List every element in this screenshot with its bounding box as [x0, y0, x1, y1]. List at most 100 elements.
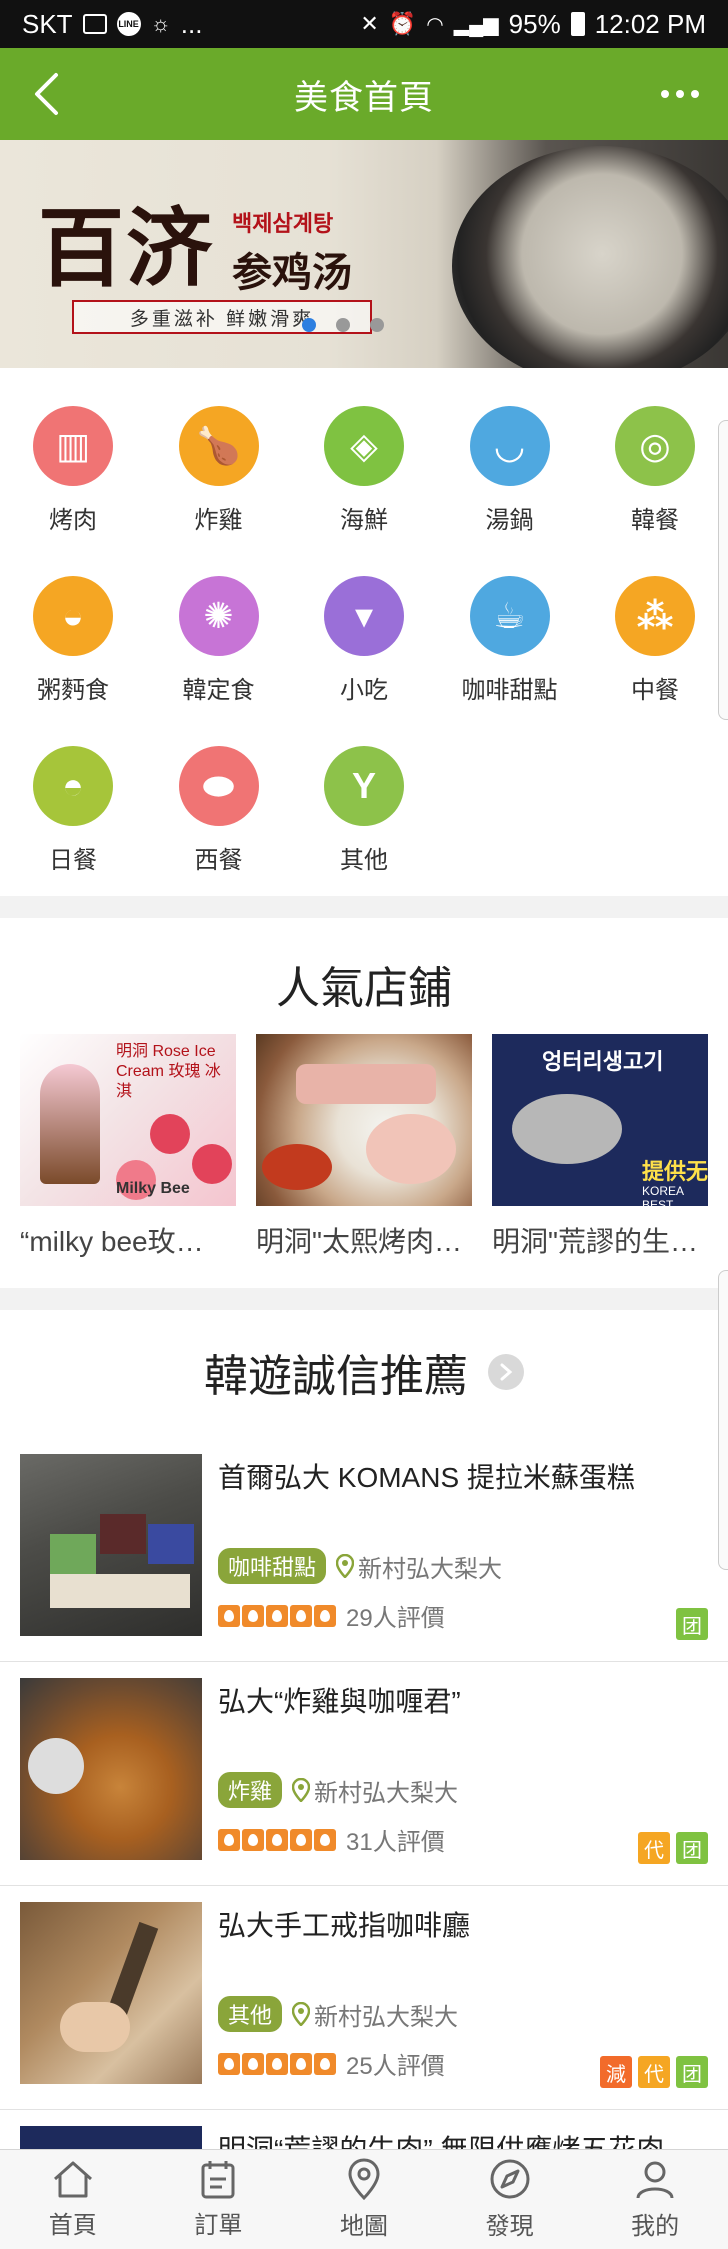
category-item[interactable]: ▾ 小吃: [304, 576, 424, 726]
fish-icon: ◈: [324, 406, 404, 486]
category-item[interactable]: ◎ 韓餐: [595, 406, 715, 556]
category-item[interactable]: ▥ 烤肉: [13, 406, 133, 556]
nav-home[interactable]: 首頁: [0, 2150, 146, 2249]
location-pin-icon: [336, 1554, 355, 1578]
shop-image-caption: 엉터리생고기: [542, 1049, 664, 1074]
shop-name: 明洞"太熙烤肉…: [256, 1226, 462, 1257]
service-badges: 团: [676, 1608, 708, 1640]
compass-icon: [490, 2159, 530, 2199]
alarm-icon: ⏰: [388, 11, 417, 36]
chevron-right-icon: [500, 1363, 513, 1381]
category-item[interactable]: ⬬ 西餐: [159, 746, 279, 896]
shop-name: 明洞"荒謬的生…: [492, 1226, 698, 1257]
shop-image: 엉터리생고기 提供无 KOREA BEST: [492, 1034, 708, 1206]
more-options-button[interactable]: [650, 70, 710, 118]
promo-banner[interactable]: 百济 백제삼계탕 参鸡汤 多重滋补 鲜嫩滑爽: [0, 140, 728, 368]
category-label: 粥麪食: [37, 677, 109, 704]
item-thumbnail: [20, 1902, 202, 2084]
category-label: 韓餐: [631, 507, 679, 534]
sausage-icon: ⬬: [178, 746, 259, 826]
flame-icon: [242, 1604, 264, 1627]
review-count: 31人評價: [346, 1829, 445, 1856]
shop-image-brand: Milky Bee: [116, 1180, 190, 1197]
category-label: 其他: [340, 847, 388, 874]
bottom-navigation: 首頁 訂單 地圖 發現 我的: [0, 2149, 728, 2249]
category-tag: 其他: [218, 1996, 283, 2032]
cocktail-icon: Y: [324, 746, 404, 826]
flame-icon: [242, 2052, 264, 2075]
section-title: 人氣店鋪: [276, 964, 452, 1013]
section-title: 韓遊誠信推薦: [204, 1352, 468, 1401]
nav-profile[interactable]: 我的: [582, 2150, 728, 2249]
banner-page-dot[interactable]: [336, 318, 350, 332]
category-item[interactable]: Y 其他: [304, 746, 424, 896]
flame-icon: [290, 1604, 312, 1627]
banner-food-image: [452, 146, 728, 368]
user-icon: [636, 2161, 674, 2199]
gallery-notification-icon: [82, 14, 107, 34]
category-grid: ▥ 烤肉 🍗 炸雞 ◈ 海鮮 ◡ 湯鍋 ◎ 韓餐 ◒ 粥麪食 ✺ 韓定食 ▾ 小吃 ☕ 咖啡甜點 ⁂ 中餐 ◓ 日餐 ⬬ 西餐…: [0, 368, 728, 896]
category-label: 烤肉: [49, 507, 97, 534]
category-label: 咖啡甜點: [461, 677, 558, 704]
scroll-handle[interactable]: [718, 420, 728, 720]
more-dot-icon: [661, 90, 669, 98]
shop-card[interactable]: 明洞"太熙烤肉…: [256, 1034, 472, 1260]
plate-icon: ◎: [615, 406, 695, 486]
shop-card[interactable]: 엉터리생고기 提供无 KOREA BEST 明洞"荒謬的生…: [492, 1034, 708, 1260]
banner-title: 百济: [38, 198, 214, 299]
mute-icon: ✕: [360, 11, 379, 36]
category-item[interactable]: ✺ 韓定食: [159, 576, 279, 726]
category-item[interactable]: ◡ 湯鍋: [450, 406, 570, 556]
nav-label: 我的: [631, 2213, 680, 2240]
shop-image: 明洞 Rose Ice Cream 玫瑰 冰淇 Milky Bee: [20, 1034, 236, 1206]
category-item[interactable]: ◓ 日餐: [13, 746, 133, 896]
shop-image-subcaption: 提供无: [642, 1159, 708, 1184]
category-item[interactable]: ⁂ 中餐: [595, 576, 715, 726]
flame-icon: [218, 1828, 240, 1851]
service-badge: 团: [676, 1832, 708, 1864]
category-item[interactable]: ◒ 粥麪食: [13, 576, 133, 726]
nav-map[interactable]: 地圖: [291, 2150, 437, 2249]
ice-cream-icon: ▾: [324, 576, 404, 656]
grill-icon: ▥: [33, 406, 113, 486]
back-button[interactable]: [22, 70, 70, 118]
location: 新村弘大梨大: [336, 1549, 502, 1584]
item-name: 首爾弘大 KOMANS 提拉米蘇蛋糕: [218, 1462, 635, 1493]
rating-flames: [218, 1604, 336, 1627]
table-setting-icon: ✺: [178, 576, 259, 656]
review-count: 29人評價: [346, 1605, 445, 1632]
review-count: 25人評價: [346, 2053, 445, 2080]
shop-image-caption: 明洞 Rose Ice Cream 玫瑰 冰淇: [116, 1043, 221, 1100]
popular-shops-section: 人氣店鋪 明洞 Rose Ice Cream 玫瑰 冰淇 Milky Bee “…: [0, 918, 728, 1288]
category-label: 中餐: [631, 677, 679, 704]
map-pin-icon: [348, 2158, 380, 2200]
banner-chinese-name: 参鸡汤: [232, 249, 352, 296]
category-item[interactable]: ◈ 海鮮: [304, 406, 424, 556]
nav-discover[interactable]: 發現: [437, 2150, 583, 2249]
more-dot-icon: [691, 90, 699, 98]
recommend-item[interactable]: 首爾弘大 KOMANS 提拉米蘇蛋糕 咖啡甜點 新村弘大梨大 29人評價 团: [0, 1438, 728, 1662]
banner-page-dot-active[interactable]: [302, 318, 316, 332]
battery-percent: 95%: [508, 8, 561, 39]
service-badge: 团: [676, 1608, 708, 1640]
clock: 12:02 PM: [594, 8, 706, 39]
recommend-item[interactable]: 弘大“炸雞與咖喱君” 炸雞 新村弘大梨大 31人評價 代团: [0, 1662, 728, 1886]
scroll-handle[interactable]: [718, 1270, 728, 1570]
dumplings-icon: ⁂: [615, 576, 695, 656]
location-label: 新村弘大梨大: [314, 1779, 459, 1807]
location-pin-icon: [292, 2002, 311, 2026]
shop-card[interactable]: 明洞 Rose Ice Cream 玫瑰 冰淇 Milky Bee “milky…: [20, 1034, 236, 1260]
recommend-header[interactable]: 韓遊誠信推薦: [0, 1340, 728, 1404]
battery-icon: [570, 12, 585, 36]
soup-bowl-icon: ◡: [469, 406, 550, 486]
category-label: 小吃: [340, 677, 388, 704]
category-item[interactable]: 🍗 炸雞: [159, 406, 279, 556]
item-name: 弘大“炸雞與咖喱君”: [218, 1686, 461, 1717]
recommend-item[interactable]: 弘大手工戒指咖啡廳 其他 新村弘大梨大 25人評價 減代团: [0, 1886, 728, 2110]
category-label: 海鮮: [340, 507, 388, 534]
banner-page-dot[interactable]: [370, 318, 384, 332]
nav-orders[interactable]: 訂單: [146, 2150, 292, 2249]
category-item[interactable]: ☕ 咖啡甜點: [450, 576, 570, 726]
service-badge: 代: [638, 2056, 670, 2088]
see-more-button[interactable]: [488, 1354, 524, 1390]
